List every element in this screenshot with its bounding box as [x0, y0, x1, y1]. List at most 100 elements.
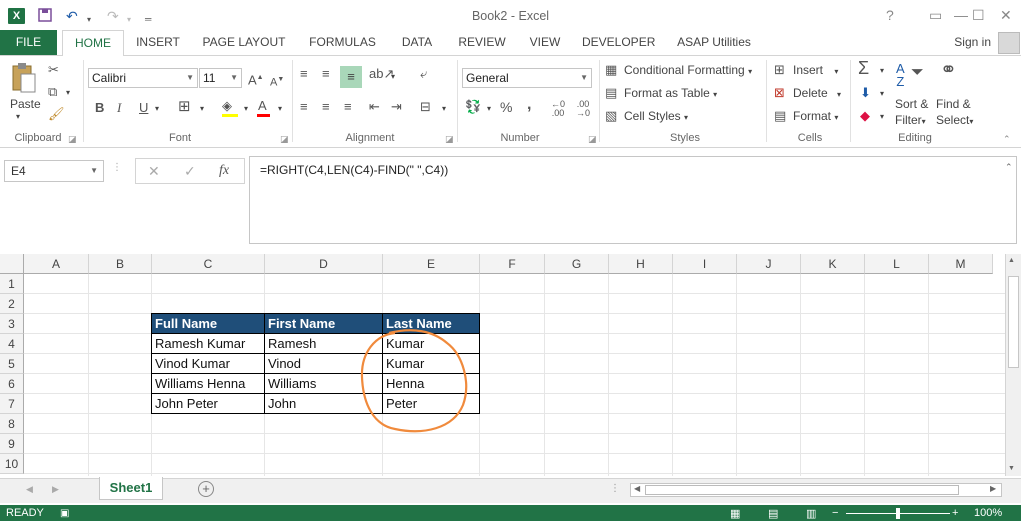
tab-asap-utilities[interactable]: ASAP Utilities — [673, 30, 755, 55]
tab-developer[interactable]: DEVELOPER — [582, 30, 655, 55]
format-as-table-button[interactable]: Format as Table ▾ — [624, 85, 717, 103]
enter-icon[interactable]: ✓ — [184, 161, 196, 181]
merge-dropdown-icon[interactable]: ▾ — [442, 104, 446, 113]
name-box[interactable]: E4 ▼ — [4, 160, 104, 182]
copy-icon[interactable]: ⧉ — [48, 84, 57, 100]
page-layout-view-icon[interactable]: ▤ — [768, 506, 778, 521]
bold-button[interactable]: B — [95, 100, 104, 116]
column-header-f[interactable]: F — [480, 254, 545, 274]
zoom-slider-thumb[interactable] — [896, 508, 900, 519]
collapse-ribbon-icon[interactable]: ⌃ — [1003, 134, 1011, 145]
comma-button[interactable]: , — [527, 97, 531, 113]
row-header-4[interactable]: 4 — [0, 334, 24, 354]
tab-formulas[interactable]: FORMULAS — [306, 30, 379, 55]
row-header-8[interactable]: 8 — [0, 414, 24, 434]
align-right-icon[interactable]: ≡ — [344, 99, 352, 115]
add-sheet-button[interactable]: + — [198, 481, 214, 497]
column-header-c[interactable]: C — [152, 254, 265, 274]
delete-cells-button[interactable]: Delete ▾ — [793, 85, 841, 103]
table-cell[interactable]: John Peter — [152, 394, 265, 414]
borders-dropdown-icon[interactable]: ▾ — [200, 104, 204, 113]
number-format-select[interactable]: General ▼ — [462, 68, 592, 88]
page-break-view-icon[interactable]: ▥ — [806, 506, 816, 521]
currency-icon[interactable]: 💱 — [465, 99, 481, 115]
autosum-icon[interactable]: Σ — [858, 59, 869, 77]
vertical-scrollbar[interactable]: ▲ ▼ — [1005, 254, 1021, 476]
sheet-options-icon[interactable]: ⋮ — [610, 483, 620, 494]
insert-cells-button[interactable]: Insert ▾ — [793, 62, 838, 80]
clipboard-launcher-icon[interactable]: ◪ — [68, 134, 77, 145]
formula-input[interactable]: =RIGHT(C4,LEN(C4)-FIND(" ",C4)) — [249, 156, 1017, 244]
tab-file[interactable]: FILE — [0, 30, 57, 55]
clear-dropdown-icon[interactable]: ▾ — [880, 112, 884, 121]
table-cell[interactable]: Williams Henna — [152, 374, 265, 394]
find-select-button[interactable]: Find & Select▾ — [936, 96, 973, 130]
column-header-e[interactable]: E — [383, 254, 480, 274]
italic-button[interactable]: I — [117, 100, 121, 116]
underline-dropdown-icon[interactable]: ▾ — [155, 104, 159, 113]
decrease-decimal-icon[interactable]: .00 →0 — [576, 100, 590, 118]
bottom-align-icon[interactable]: ≡ — [340, 66, 362, 88]
sheet-tab-sheet1[interactable]: Sheet1 — [99, 477, 163, 500]
paste-label[interactable]: Paste — [10, 96, 41, 112]
orientation-dropdown-icon[interactable]: ▾ — [391, 72, 395, 81]
horizontal-scrollbar[interactable]: ◀ ▶ — [630, 483, 1002, 497]
scroll-right-icon[interactable]: ▶ — [990, 484, 996, 493]
column-header-m[interactable]: M — [929, 254, 993, 274]
increase-indent-icon[interactable]: ⇥ — [391, 99, 402, 115]
percent-button[interactable]: % — [500, 99, 512, 115]
normal-view-icon[interactable]: ▦ — [730, 506, 740, 521]
row-header-7[interactable]: 7 — [0, 394, 24, 414]
table-header-cell[interactable]: Full Name — [152, 314, 265, 334]
select-all-corner[interactable] — [0, 254, 24, 274]
font-color-dropdown-icon[interactable]: ▾ — [278, 104, 282, 113]
tab-view[interactable]: VIEW — [525, 30, 565, 55]
scroll-thumb[interactable] — [1008, 276, 1019, 368]
row-header-9[interactable]: 9 — [0, 434, 24, 454]
tab-insert[interactable]: INSERT — [133, 30, 183, 55]
tab-review[interactable]: REVIEW — [456, 30, 508, 55]
scroll-left-icon[interactable]: ◀ — [634, 484, 640, 493]
row-header-1[interactable]: 1 — [0, 274, 24, 294]
formula-bar-handle-icon[interactable]: ⋮ — [112, 162, 122, 173]
decrease-indent-icon[interactable]: ⇤ — [369, 99, 380, 115]
sort-filter-button[interactable]: Sort & Filter▾ — [895, 96, 928, 130]
top-align-icon[interactable]: ≡ — [300, 66, 308, 82]
underline-button[interactable]: U — [139, 100, 148, 116]
conditional-formatting-button[interactable]: Conditional Formatting ▾ — [624, 62, 752, 80]
grow-font-icon[interactable]: A▲ — [248, 70, 264, 88]
row-header-2[interactable]: 2 — [0, 294, 24, 314]
paste-icon[interactable] — [10, 62, 38, 96]
font-launcher-icon[interactable]: ◪ — [280, 134, 289, 145]
paste-dropdown-icon[interactable]: ▾ — [16, 112, 20, 121]
zoom-level[interactable]: 100% — [974, 505, 1002, 521]
prev-sheet-icon[interactable]: ◀ — [26, 484, 33, 495]
font-color-icon[interactable]: A — [258, 98, 267, 114]
fill-color-icon[interactable]: ◈ — [222, 98, 232, 114]
zoom-out-icon[interactable]: − — [832, 505, 838, 521]
clear-icon[interactable]: ◆ — [860, 108, 870, 124]
column-header-l[interactable]: L — [865, 254, 929, 274]
next-sheet-icon[interactable]: ▶ — [52, 484, 59, 495]
merge-center-icon[interactable]: ⊟ — [420, 99, 431, 115]
fill-icon[interactable]: ⬇ — [860, 85, 871, 101]
scroll-up-icon[interactable]: ▲ — [1008, 257, 1015, 264]
format-painter-icon[interactable]: 🖌 — [48, 106, 65, 122]
shrink-font-icon[interactable]: A▼ — [270, 72, 284, 91]
column-header-a[interactable]: A — [24, 254, 89, 274]
wrap-text-icon[interactable]: ⤶ — [420, 66, 427, 82]
table-cell[interactable]: Vinod Kumar — [152, 354, 265, 374]
row-header-6[interactable]: 6 — [0, 374, 24, 394]
column-header-j[interactable]: J — [737, 254, 801, 274]
close-icon[interactable]: ✕ — [1000, 6, 1012, 24]
align-left-icon[interactable]: ≡ — [300, 99, 308, 115]
autosum-dropdown-icon[interactable]: ▾ — [880, 66, 884, 75]
font-name-select[interactable]: Calibri ▼ — [88, 68, 198, 88]
font-size-select[interactable]: 11 ▼ — [199, 68, 242, 88]
format-cells-button[interactable]: Format ▾ — [793, 108, 838, 126]
fill-dropdown-icon[interactable]: ▾ — [880, 89, 884, 98]
table-cell[interactable]: Ramesh Kumar — [152, 334, 265, 354]
macro-record-icon[interactable]: ▣ — [60, 506, 69, 521]
middle-align-icon[interactable]: ≡ — [322, 66, 330, 82]
column-header-b[interactable]: B — [89, 254, 152, 274]
